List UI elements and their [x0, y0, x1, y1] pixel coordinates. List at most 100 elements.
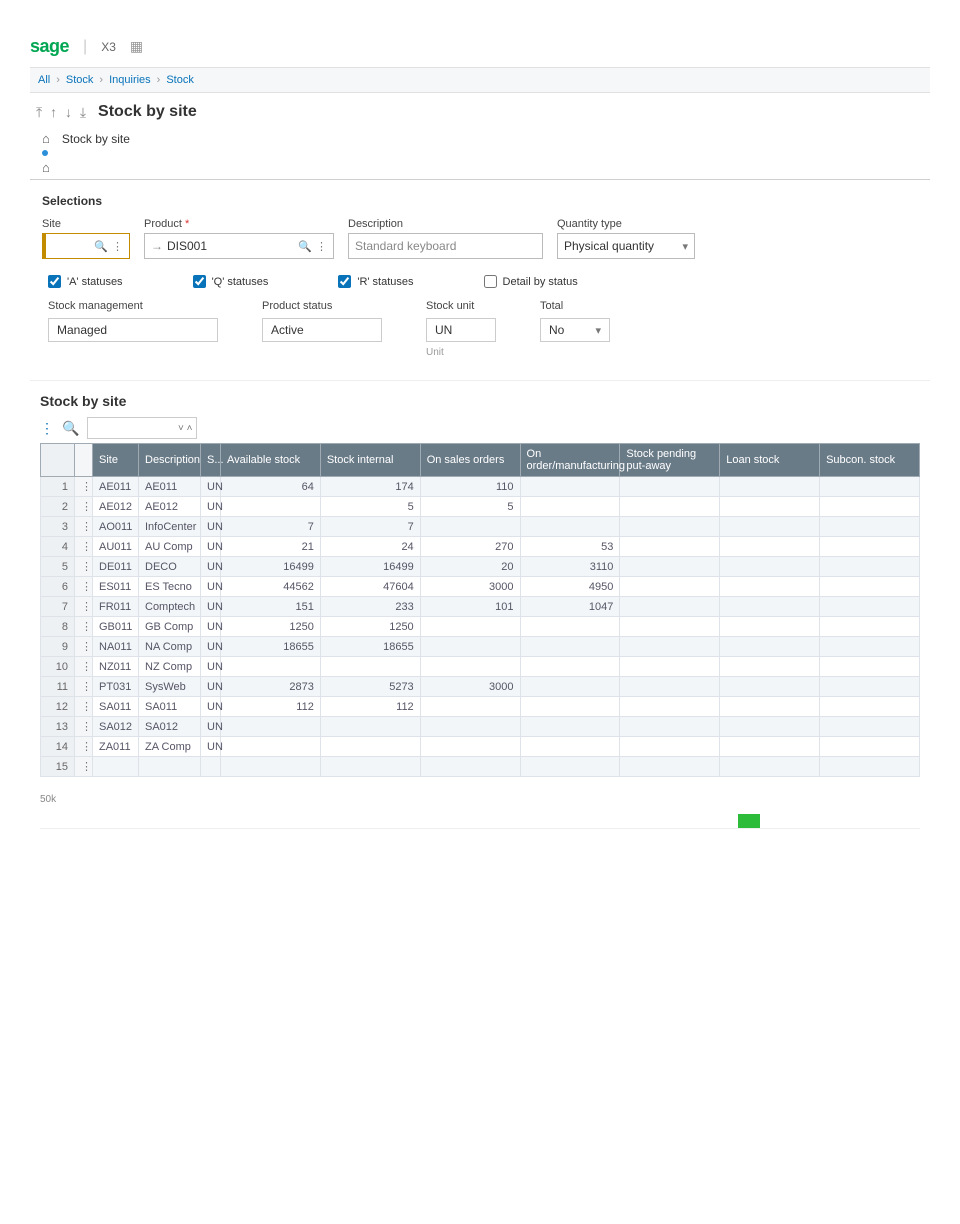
cell-order [520, 677, 620, 697]
search-icon[interactable]: 🔍 [94, 240, 108, 253]
cell-loan [720, 697, 820, 717]
cell-loan [720, 677, 820, 697]
table-row[interactable]: 15⋮ [41, 757, 920, 777]
cell-su: UN [201, 477, 221, 497]
bc-all[interactable]: All [38, 74, 50, 86]
more-icon[interactable]: ⋮ [112, 240, 123, 253]
cell-subcon [820, 577, 920, 597]
site-input[interactable]: 🔍 ⋮ [42, 233, 130, 259]
col-actions[interactable] [75, 444, 93, 477]
cell-putaway [620, 717, 720, 737]
table-row[interactable]: 8⋮GB011GB CompUN12501250 [41, 617, 920, 637]
home-icon-2[interactable]: ⌂ [42, 160, 50, 175]
row-menu-icon[interactable]: ⋮ [75, 597, 93, 617]
table-row[interactable]: 13⋮SA012SA012UN [41, 717, 920, 737]
col-available[interactable]: Available stock [221, 444, 321, 477]
stockunit-value: UN [426, 318, 496, 342]
col-su[interactable]: S... [201, 444, 221, 477]
row-menu-icon[interactable]: ⋮ [75, 517, 93, 537]
cell-order [520, 477, 620, 497]
row-menu-icon[interactable]: ⋮ [75, 657, 93, 677]
table-row[interactable]: 7⋮FR011ComptechUN1512331011047 [41, 597, 920, 617]
bc-stock2[interactable]: Stock [166, 74, 194, 86]
table-row[interactable]: 5⋮DE011DECOUN1649916499203110 [41, 557, 920, 577]
col-site[interactable]: Site [93, 444, 139, 477]
row-menu-icon[interactable]: ⋮ [75, 737, 93, 757]
col-order[interactable]: On order/manufacturing [520, 444, 620, 477]
row-menu-icon[interactable]: ⋮ [75, 757, 93, 777]
row-menu-icon[interactable]: ⋮ [75, 497, 93, 517]
table-row[interactable]: 6⋮ES011ES TecnoUN445624760430004950 [41, 577, 920, 597]
r-status-check[interactable]: 'R' statuses [338, 275, 413, 288]
qty-select[interactable]: Physical quantity ▾ [557, 233, 695, 259]
col-index[interactable] [41, 444, 75, 477]
row-menu-icon[interactable]: ⋮ [75, 537, 93, 557]
cell-putaway [620, 517, 720, 537]
col-internal[interactable]: Stock internal [320, 444, 420, 477]
home-icon[interactable]: ⌂ [42, 131, 50, 146]
col-putaway[interactable]: Stock pending put-away [620, 444, 720, 477]
table-row[interactable]: 9⋮NA011NA CompUN1865518655 [41, 637, 920, 657]
row-menu-icon[interactable]: ⋮ [75, 637, 93, 657]
table-row[interactable]: 14⋮ZA011ZA CompUN [41, 737, 920, 757]
detail-status-check[interactable]: Detail by status [484, 275, 578, 288]
table-row[interactable]: 10⋮NZ011NZ CompUN [41, 657, 920, 677]
cell-order [520, 757, 620, 777]
cell-sales: 101 [420, 597, 520, 617]
table-row[interactable]: 3⋮AO011InfoCenterUN77 [41, 517, 920, 537]
nav-arrows[interactable]: ⤒ ↑ ↓ ⤓ [36, 104, 88, 121]
cell-subcon [820, 557, 920, 577]
row-menu-icon[interactable]: ⋮ [75, 677, 93, 697]
table-row[interactable]: 1⋮AE011AE011UN64174110 [41, 477, 920, 497]
cell-desc: AE012 [139, 497, 201, 517]
table-row[interactable]: 4⋮AU011AU CompUN212427053 [41, 537, 920, 557]
cell-available: 44562 [221, 577, 321, 597]
more-icon[interactable]: ⋮ [316, 240, 327, 253]
row-menu-icon[interactable]: ⋮ [75, 557, 93, 577]
table-row[interactable]: 12⋮SA011SA011UN112112 [41, 697, 920, 717]
row-menu-icon[interactable]: ⋮ [75, 617, 93, 637]
table-search-input[interactable]: ˅ ˄ [87, 417, 197, 439]
cell-site: GB011 [93, 617, 139, 637]
total-select[interactable]: No ▾ [540, 318, 610, 342]
product-input[interactable]: → DIS001 🔍 ⋮ [144, 233, 334, 259]
cell-site: SA011 [93, 697, 139, 717]
search-icon[interactable]: 🔍 [298, 240, 312, 253]
calendar-icon[interactable]: ▦ [130, 38, 143, 55]
tab-stock-by-site[interactable]: Stock by site [62, 132, 130, 146]
cell-site: AE012 [93, 497, 139, 517]
col-desc[interactable]: Description [139, 444, 201, 477]
a-status-check[interactable]: 'A' statuses [48, 275, 123, 288]
cell-site [93, 757, 139, 777]
bc-stock[interactable]: Stock [66, 74, 94, 86]
col-sales[interactable]: On sales orders [420, 444, 520, 477]
row-menu-icon[interactable]: ⋮ [75, 577, 93, 597]
bc-inq[interactable]: Inquiries [109, 74, 151, 86]
row-menu-icon[interactable]: ⋮ [75, 717, 93, 737]
desc-input[interactable]: Standard keyboard [348, 233, 543, 259]
cell-internal: 5273 [320, 677, 420, 697]
cell-loan [720, 737, 820, 757]
cell-sales: 20 [420, 557, 520, 577]
total-value: No [549, 323, 564, 337]
col-subcon[interactable]: Subcon. stock [820, 444, 920, 477]
cell-putaway [620, 657, 720, 677]
row-menu-icon[interactable]: ⋮ [75, 697, 93, 717]
table-row[interactable]: 2⋮AE012AE012UN55 [41, 497, 920, 517]
cell-sales [420, 517, 520, 537]
row-index: 1 [41, 477, 75, 497]
cell-site: SA012 [93, 717, 139, 737]
q-status-check[interactable]: 'Q' statuses [193, 275, 269, 288]
row-menu-icon[interactable]: ⋮ [75, 477, 93, 497]
col-loan[interactable]: Loan stock [720, 444, 820, 477]
chevron-down-icon: ▾ [595, 324, 601, 337]
cell-site: PT031 [93, 677, 139, 697]
cell-desc: SA012 [139, 717, 201, 737]
cell-sales: 110 [420, 477, 520, 497]
table-search-icon[interactable]: 🔍 [62, 420, 79, 437]
table-row[interactable]: 11⋮PT031SysWebUN287352733000 [41, 677, 920, 697]
table-menu-icon[interactable]: ⋮ [40, 420, 54, 437]
row-index: 15 [41, 757, 75, 777]
cell-su: UN [201, 697, 221, 717]
cell-site: DE011 [93, 557, 139, 577]
